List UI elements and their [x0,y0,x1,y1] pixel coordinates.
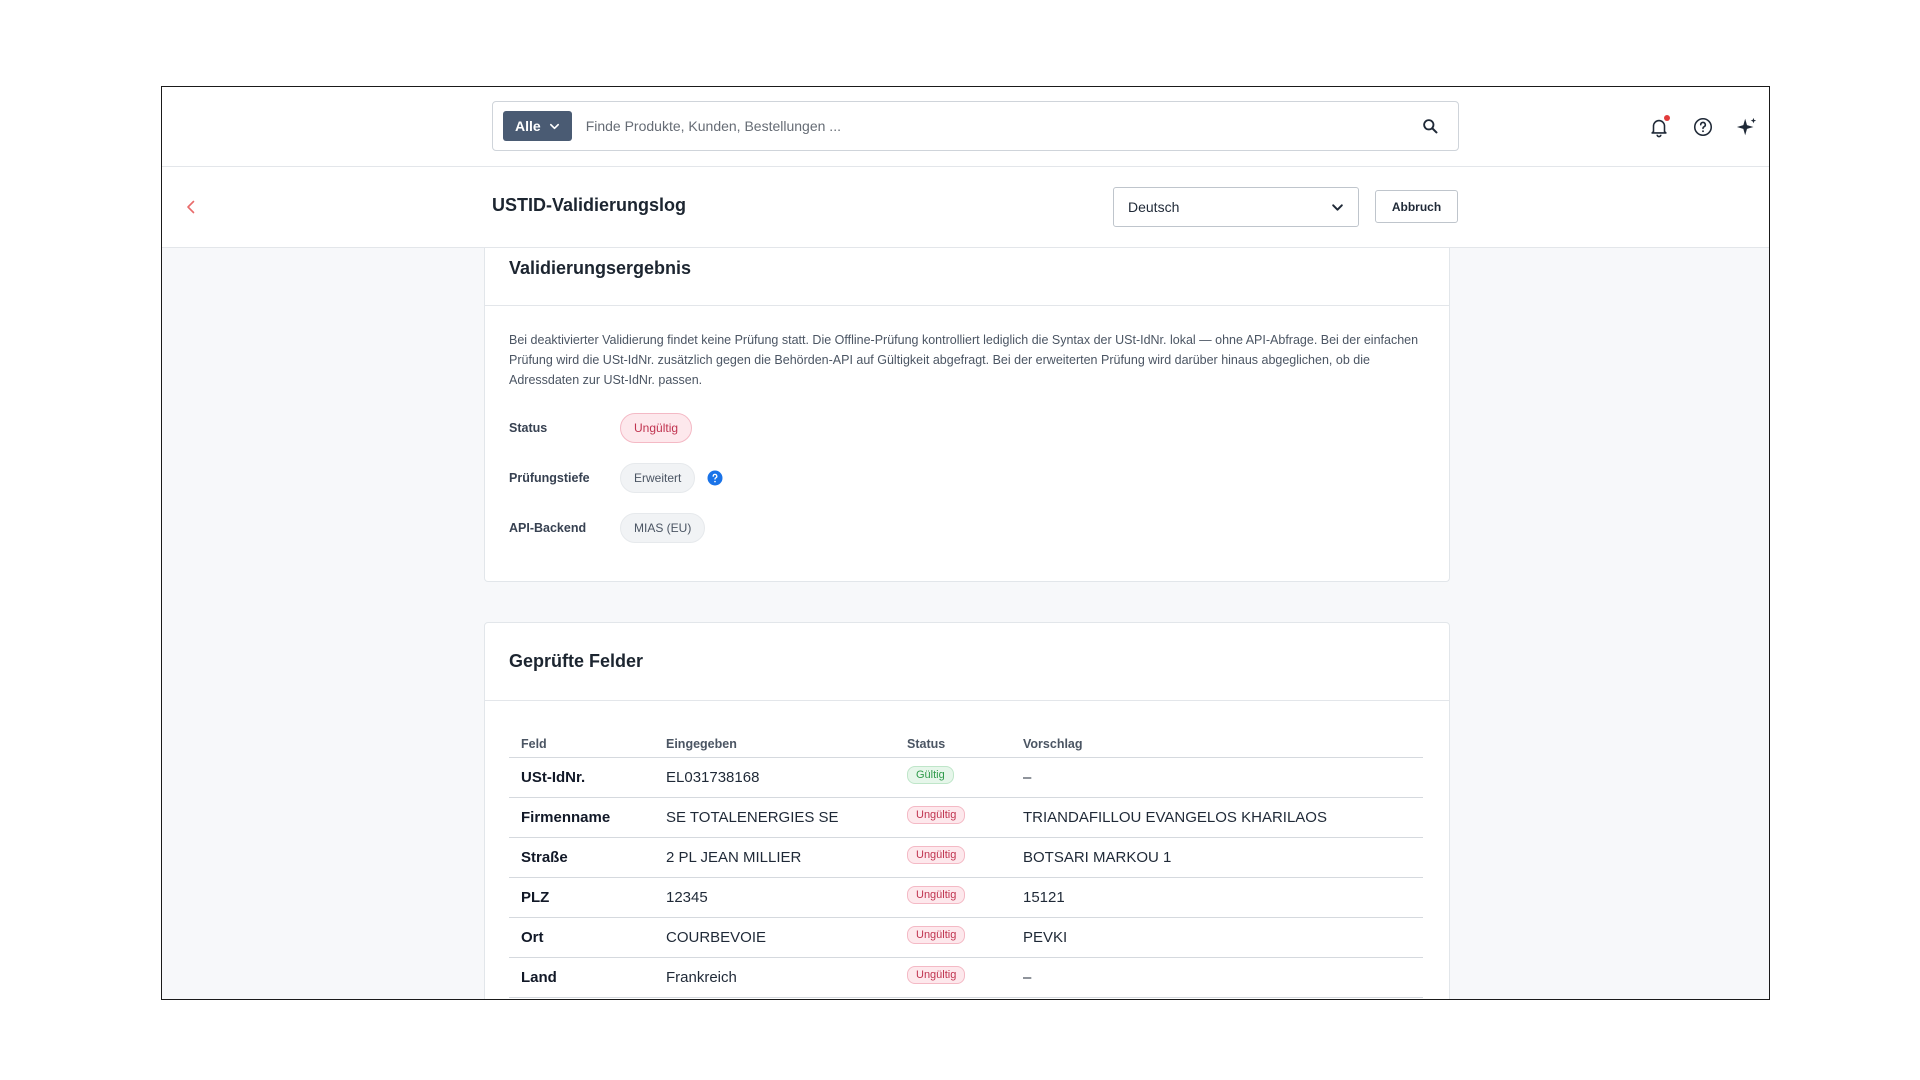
top-bar: Alle [162,87,1769,167]
suggestion-value: – [1011,757,1423,798]
search-button[interactable] [1410,106,1450,146]
table-row: Land Frankreich Ungültig – [509,957,1423,998]
column-header: Feld [509,727,654,758]
field-name: USt-IdNr. [509,757,654,798]
depth-label: Prüfungstiefe [509,471,590,485]
table-row: Straße 2 PL JEAN MILLIER Ungültig BOTSAR… [509,837,1423,878]
backend-label: API-Backend [509,521,587,535]
entered-value: Frankreich [654,957,895,998]
sparkle-icon [1736,117,1757,136]
validation-description: Bei deaktivierter Validierung findet kei… [509,333,1419,387]
entered-value: SE TOTALENERGIES SE [654,797,895,838]
column-header: Eingegeben [654,727,895,758]
status-cell: Ungültig [895,917,1011,958]
divider [485,700,1449,701]
suggestion-value: TRIANDAFILLOU EVANGELOS KHARILAOS [1011,797,1423,838]
depth-row: Prüfungstiefe Erweitert [509,463,723,493]
suggestion-value: – [1011,957,1423,998]
table-row: Ort COURBEVOIE Ungültig PEVKI [509,917,1423,958]
table-row: PLZ 12345 Ungültig 15121 [509,877,1423,918]
field-name: Firmenname [509,797,654,838]
status-cell: Ungültig [895,797,1011,838]
validation-result-card: Validierungsergebnis Bei deaktivierter V… [484,248,1450,582]
section-title: Geprüfte Felder [509,651,644,671]
table-header-row: Feld Eingegeben Status Vorschlag [509,727,1423,758]
suggestion-value: PEVKI [1011,917,1423,958]
status-cell: Ungültig [895,957,1011,998]
status-label: Status [509,421,548,435]
info-icon[interactable] [707,470,723,486]
search-scope-label: Alle [515,118,541,134]
fields-table: Feld Eingegeben Status Vorschlag USt-IdN… [509,727,1423,998]
help-button[interactable] [1681,105,1725,149]
field-name: PLZ [509,877,654,918]
status-badge: Ungültig [907,965,966,984]
notifications-button[interactable] [1637,105,1681,149]
app-window: Alle USTID-Validierungslog [161,86,1770,1000]
depth-badge: Erweitert [620,463,696,493]
entered-value: 12345 [654,877,895,918]
status-badge: Ungültig [907,845,966,864]
page-title: USTID-Validierungslog [492,195,687,215]
search-icon [1422,118,1437,133]
status-badge: Ungültig [907,805,966,824]
entered-value: COURBEVOIE [654,917,895,958]
chevron-down-icon [549,123,559,129]
divider [485,305,1449,306]
status-badge: Ungültig [907,925,966,944]
search-input[interactable] [585,102,1410,150]
suggestion-value: BOTSARI MARKOU 1 [1011,837,1423,878]
status-badge: Ungültig [907,885,966,904]
status-row: Status Ungültig [509,413,693,443]
search-scope-dropdown[interactable]: Alle [503,111,572,141]
suggestion-value: 15121 [1011,877,1423,918]
global-search: Alle [492,101,1459,151]
back-button[interactable] [178,194,204,220]
checked-fields-card: Geprüfte Felder Feld Eingegeben Status V… [484,622,1450,999]
status-cell: Gültig [895,757,1011,798]
status-cell: Ungültig [895,877,1011,918]
column-header: Vorschlag [1011,727,1423,758]
page-header: USTID-Validierungslog Deutsch Abbruch [162,167,1769,248]
help-icon [1693,117,1713,137]
chevron-left-icon [187,200,195,214]
notification-dot [1664,115,1670,121]
backend-row: API-Backend MIAS (EU) [509,513,706,543]
language-select[interactable]: Deutsch [1113,187,1359,227]
field-name: Land [509,957,654,998]
language-select-value: Deutsch [1128,199,1180,215]
status-cell: Ungültig [895,837,1011,878]
section-title: Validierungsergebnis [509,258,692,278]
table-row: USt-IdNr. EL031738168 Gültig – [509,757,1423,798]
cancel-button[interactable]: Abbruch [1375,190,1458,223]
entered-value: 2 PL JEAN MILLIER [654,837,895,878]
entered-value: EL031738168 [654,757,895,798]
field-name: Ort [509,917,654,958]
status-badge: Gültig [907,765,954,784]
table-row: Firmenname SE TOTALENERGIES SE Ungültig … [509,797,1423,838]
backend-badge: MIAS (EU) [620,513,706,543]
top-icons [1637,87,1769,167]
assistant-button[interactable] [1725,105,1769,149]
chevron-down-icon [1332,203,1343,211]
field-name: Straße [509,837,654,878]
column-header: Status [895,727,1011,758]
status-badge: Ungültig [620,413,693,443]
